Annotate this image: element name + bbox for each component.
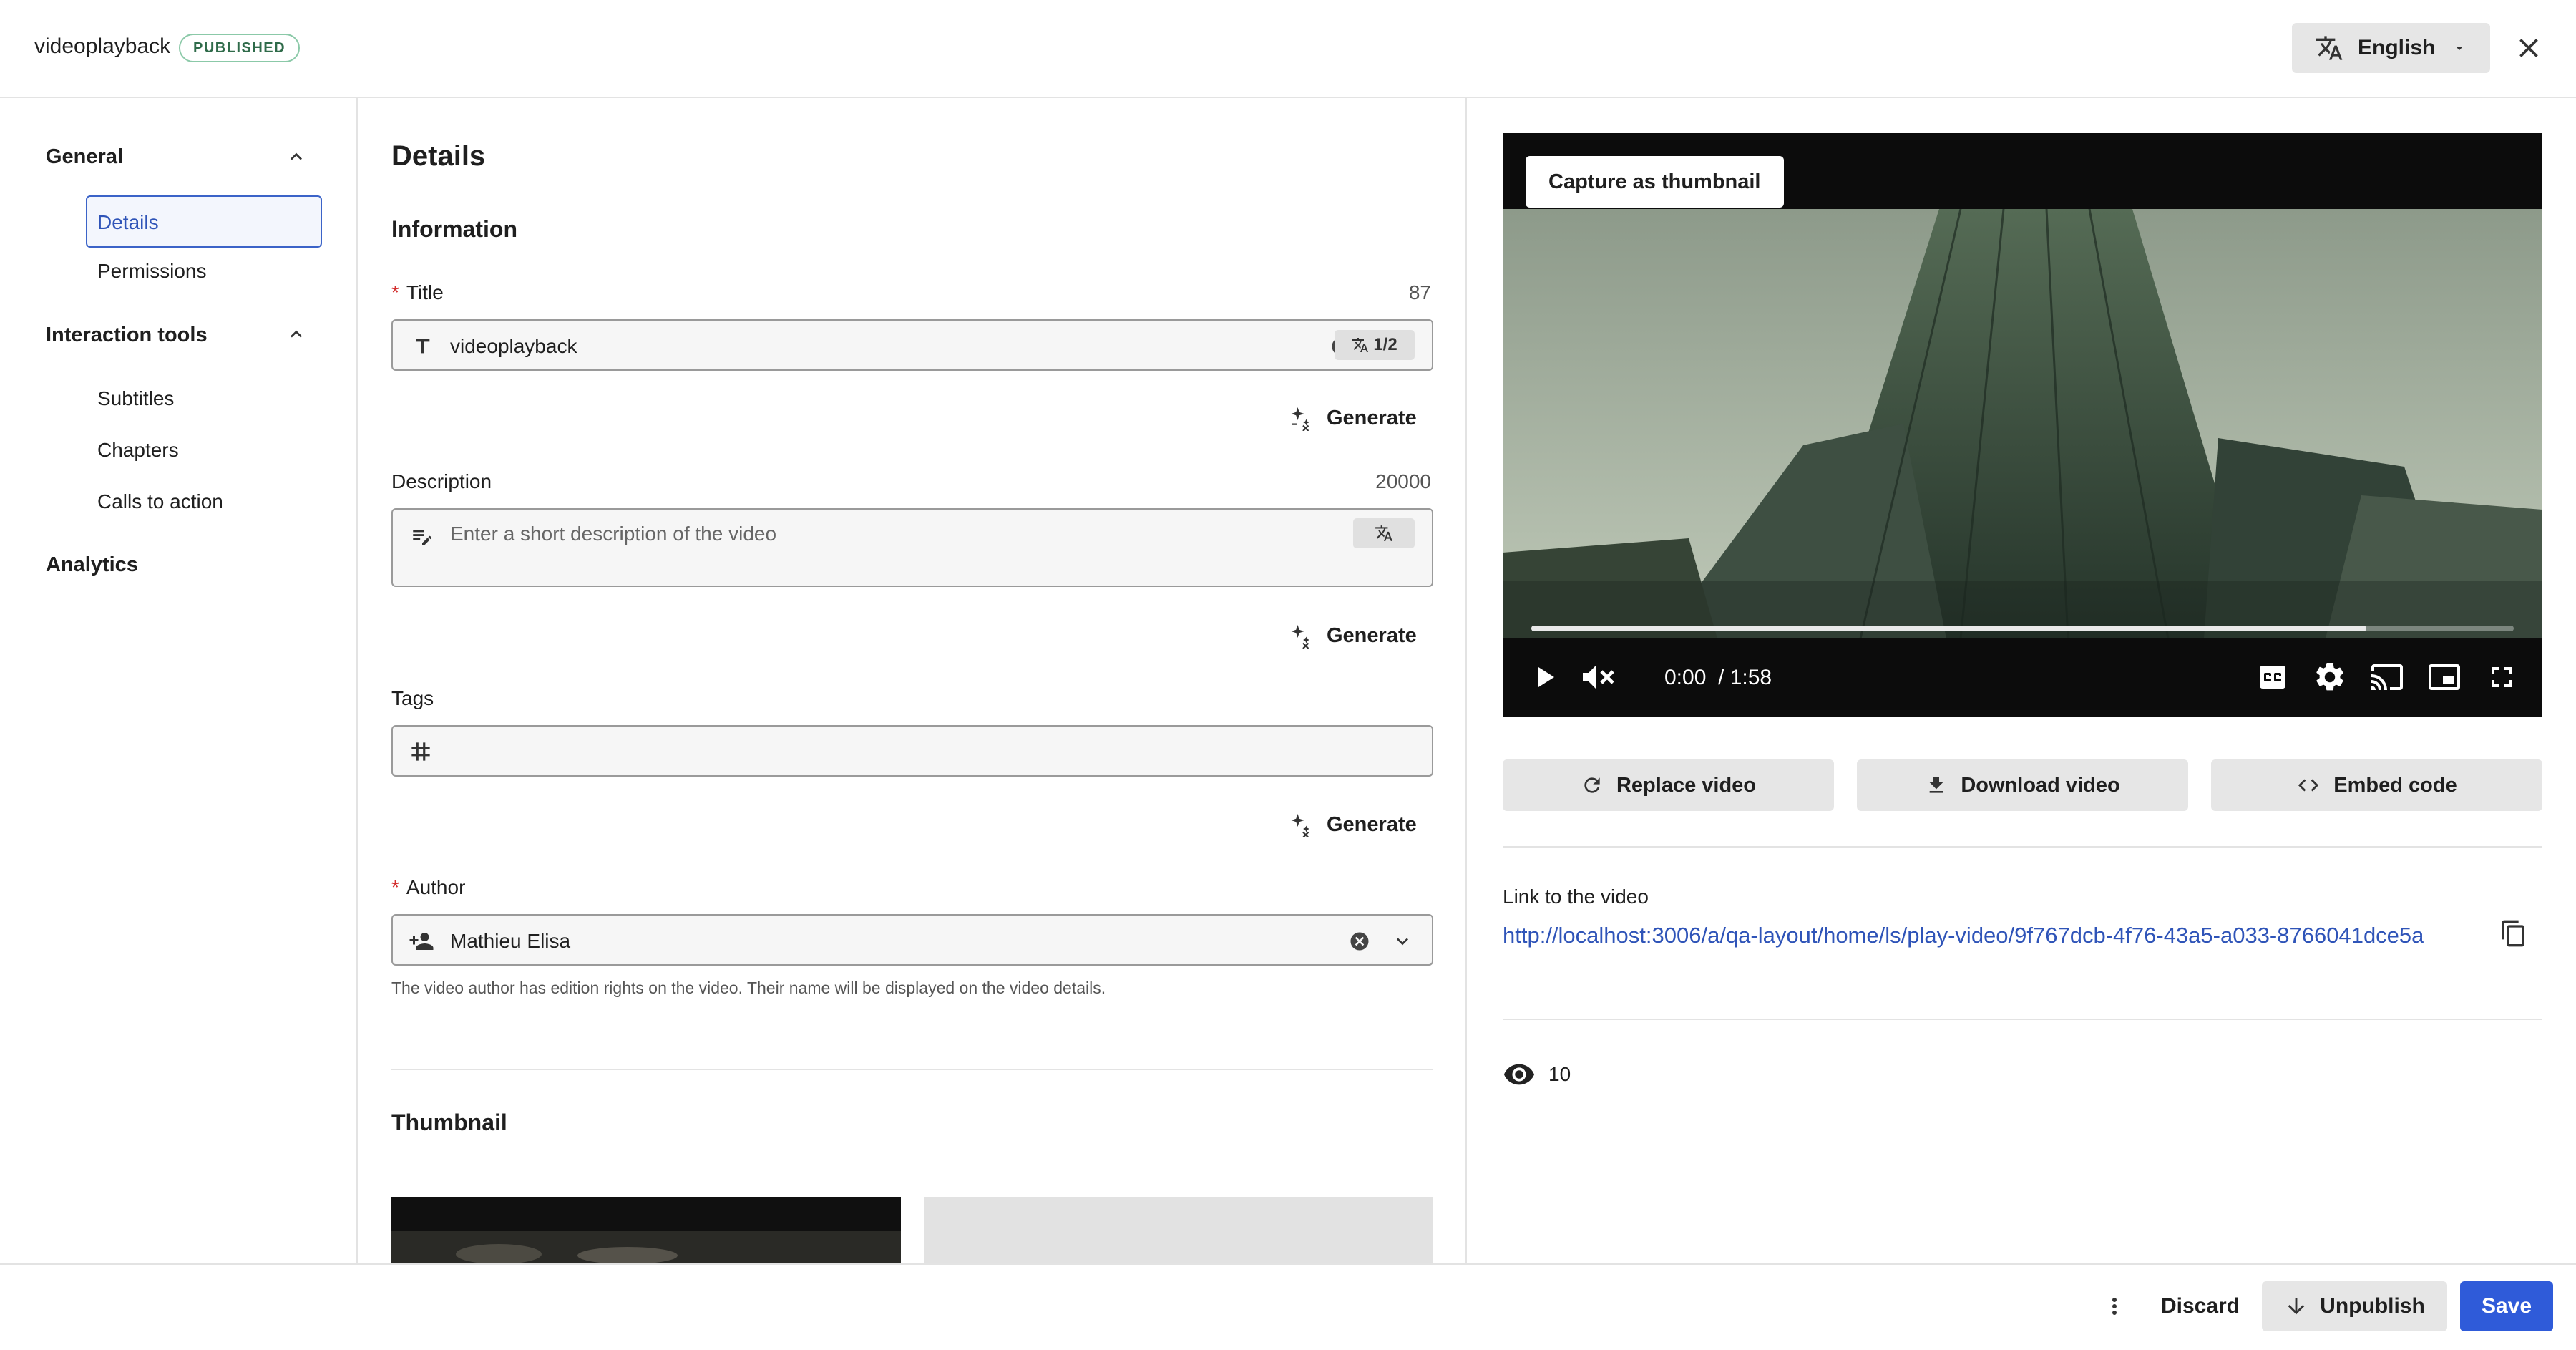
code-icon	[2298, 779, 2319, 792]
embed-code-button[interactable]: Embed code	[2211, 759, 2542, 811]
sparkle-icon	[1291, 814, 1309, 837]
video-player[interactable]: Capture as thumbnail 0:00 / 1:58	[1503, 133, 2542, 717]
page-title: Details	[391, 140, 486, 172]
mute-icon[interactable]	[1579, 660, 1619, 694]
title-input[interactable]: videoplayback 1/2	[391, 319, 1433, 371]
sidebar-section-analytics[interactable]: Analytics	[46, 553, 138, 577]
capture-thumbnail-button[interactable]: Capture as thumbnail	[1526, 156, 1784, 208]
translate-icon	[1352, 338, 1369, 352]
unpublish-button[interactable]: Unpublish	[2262, 1281, 2447, 1331]
status-badge: PUBLISHED	[179, 34, 301, 62]
author-label: * Author	[391, 876, 466, 898]
cast-icon[interactable]	[2368, 660, 2406, 694]
footer-bar: Discard Unpublish Save	[0, 1263, 2576, 1350]
sidebar-item-chapters[interactable]: Chapters	[97, 439, 179, 462]
generate-description-button[interactable]: Generate	[1288, 623, 1417, 649]
video-title: videoplayback	[34, 34, 171, 58]
view-count: 10	[1503, 1058, 1571, 1091]
sidebar: General Details Permissions Interaction …	[0, 98, 358, 1263]
sidebar-item-permissions[interactable]: Permissions	[97, 260, 206, 283]
tags-label: Tags	[391, 687, 434, 709]
description-input[interactable]: Enter a short description of the video	[391, 508, 1433, 587]
author-help-text: The video author has edition rights on t…	[391, 978, 1106, 997]
thumbnail-placeholder[interactable]	[924, 1197, 1433, 1263]
thumbnail-option[interactable]	[391, 1197, 901, 1263]
close-icon[interactable]	[2513, 32, 2545, 64]
replace-video-button[interactable]: Replace video	[1503, 759, 1834, 811]
translation-badge[interactable]: 1/2	[1335, 330, 1415, 360]
fullscreen-icon[interactable]	[2483, 660, 2520, 694]
chevron-up-icon[interactable]	[285, 145, 308, 168]
sidebar-item-details[interactable]: Details	[86, 195, 322, 248]
details-panel	[359, 98, 1467, 1263]
person-add-icon	[409, 933, 434, 950]
generate-tags-button[interactable]: Generate	[1288, 812, 1417, 837]
arrow-down-icon	[2288, 1298, 2305, 1315]
sparkle-icon	[1291, 407, 1309, 431]
tags-input[interactable]	[391, 725, 1433, 777]
settings-icon[interactable]	[2311, 660, 2348, 694]
author-select[interactable]: Mathieu Elisa	[391, 914, 1433, 966]
translate-icon	[2316, 36, 2343, 60]
text-format-icon	[416, 339, 430, 354]
progress-fill	[1531, 626, 2367, 631]
link-label: Link to the video	[1503, 885, 1649, 908]
header: videoplayback PUBLISHED English	[0, 0, 2576, 98]
save-button[interactable]: Save	[2460, 1281, 2553, 1331]
clear-icon[interactable]	[1349, 931, 1370, 952]
sparkle-icon	[1291, 625, 1309, 649]
translate-icon	[1375, 525, 1392, 541]
notes-icon	[413, 530, 431, 545]
sidebar-item-calls-to-action[interactable]: Calls to action	[97, 490, 223, 513]
caret-down-icon	[2456, 47, 2464, 50]
chevron-down-icon[interactable]	[1391, 930, 1414, 953]
divider	[391, 1069, 1433, 1070]
sidebar-item-subtitles[interactable]: Subtitles	[97, 387, 174, 410]
information-heading: Information	[391, 216, 517, 242]
thumbnail-image	[391, 1197, 901, 1263]
hashtag-icon	[411, 742, 430, 761]
video-frame	[1503, 209, 2542, 638]
refresh-icon	[1584, 777, 1600, 793]
thumbnail-heading: Thumbnail	[391, 1109, 507, 1135]
title-counter: 87	[1408, 281, 1431, 303]
video-link[interactable]: http://localhost:3006/a/qa-layout/home/l…	[1503, 918, 2483, 953]
copy-icon[interactable]	[2499, 919, 2528, 948]
title-label: * Title	[391, 281, 444, 303]
download-video-button[interactable]: Download video	[1857, 759, 2188, 811]
play-icon[interactable]	[1527, 660, 1561, 694]
chevron-up-icon[interactable]	[285, 323, 308, 346]
progress-bar[interactable]	[1531, 626, 2514, 631]
picture-in-picture-icon[interactable]	[2426, 660, 2463, 694]
sidebar-section-general[interactable]: General	[46, 145, 123, 169]
eye-icon	[1503, 1064, 1535, 1085]
more-vertical-icon[interactable]	[2102, 1293, 2127, 1319]
discard-button[interactable]: Discard	[2147, 1281, 2254, 1331]
description-label: Description	[391, 470, 492, 492]
generate-title-button[interactable]: Generate	[1288, 405, 1417, 431]
sidebar-section-interaction-tools[interactable]: Interaction tools	[46, 324, 208, 347]
download-icon	[1929, 777, 1943, 793]
language-label: English	[2358, 36, 2436, 59]
time-display: 0:00 / 1:58	[1664, 666, 1772, 689]
language-selector[interactable]: English	[2292, 23, 2490, 73]
divider	[1503, 1019, 2542, 1020]
closed-captions-icon[interactable]	[2254, 660, 2291, 694]
translate-button[interactable]	[1353, 518, 1415, 548]
divider	[1503, 846, 2542, 848]
description-counter: 20000	[1375, 470, 1431, 492]
